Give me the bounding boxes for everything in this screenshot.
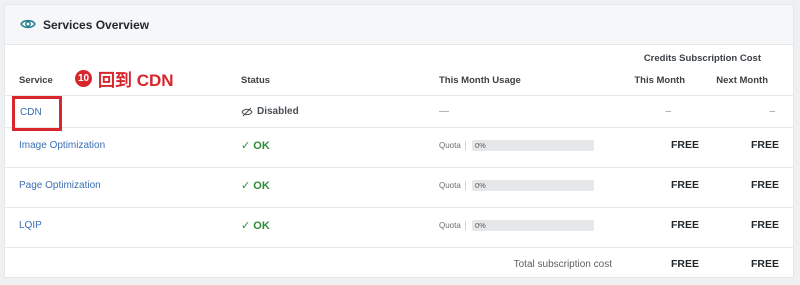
table-row: LQIP ✓ OK Quota 0% FREE FREE [5,207,793,247]
this-month-cost: FREE [670,179,699,191]
col-header-next-month: Next Month [716,75,768,86]
annotation-text: 回到 CDN [98,71,174,90]
usage-value: — [439,106,449,117]
quota-label: Quota [439,221,466,230]
next-month-cost: FREE [750,139,779,151]
annotation-number: 10 [75,70,92,87]
quota-progress-bar: 0% [472,220,594,231]
credits-cost-header: Credits Subscription Cost [643,53,761,64]
status-ok: ✓ OK [241,219,270,232]
quota-progress-bar: 0% [472,180,594,191]
next-month-cost: FREE [750,179,779,191]
status-label: OK [253,220,270,232]
quota-label: Quota [439,181,466,190]
quota-percent: 0% [475,141,486,150]
check-icon: ✓ [241,220,251,232]
eye-slash-icon [241,107,253,116]
next-month-cost: FREE [750,219,779,231]
total-next-month: FREE [750,258,779,270]
service-link-lqip[interactable]: LQIP [19,220,42,231]
highlight-box [12,96,62,131]
total-row: Total subscription cost FREE FREE [5,247,793,279]
status-label: OK [253,140,270,152]
table-row: CDN Disabled — – – [5,95,793,127]
table-row: Page Optimization ✓ OK Quota 0% FREE FRE… [5,167,793,207]
table-row: Image Optimization ✓ OK Quota 0% FREE FR… [5,127,793,167]
quota-percent: 0% [475,181,486,190]
status-ok: ✓ OK [241,179,270,192]
status-label: OK [253,180,270,192]
service-link-page-optimization[interactable]: Page Optimization [19,180,101,191]
status-disabled: Disabled [241,106,299,117]
card-header: Services Overview [5,5,793,45]
total-cost-label: Total subscription cost [513,259,612,270]
this-month-cost: – [665,106,671,117]
check-icon: ✓ [241,140,251,152]
check-icon: ✓ [241,180,251,192]
service-link-image-optimization[interactable]: Image Optimization [19,140,105,151]
total-this-month: FREE [670,258,699,270]
col-header-status: Status [241,75,271,86]
col-header-this-month: This Month [634,75,685,86]
quota-percent: 0% [475,221,486,230]
quota-progress-bar: 0% [472,140,594,151]
card-title: Services Overview [43,18,150,32]
this-month-cost: FREE [670,139,699,151]
status-ok: ✓ OK [241,139,270,152]
this-month-cost: FREE [670,219,699,231]
eye-icon [20,19,36,29]
services-overview-card: Services Overview Credits Subscription C… [4,4,794,278]
annotation-callout: 10 回到 CDN [75,66,174,91]
col-header-usage: This Month Usage [439,75,521,86]
quota-label: Quota [439,141,466,150]
status-label: Disabled [257,106,299,117]
col-header-service: Service [19,75,53,86]
next-month-cost: – [769,106,775,117]
